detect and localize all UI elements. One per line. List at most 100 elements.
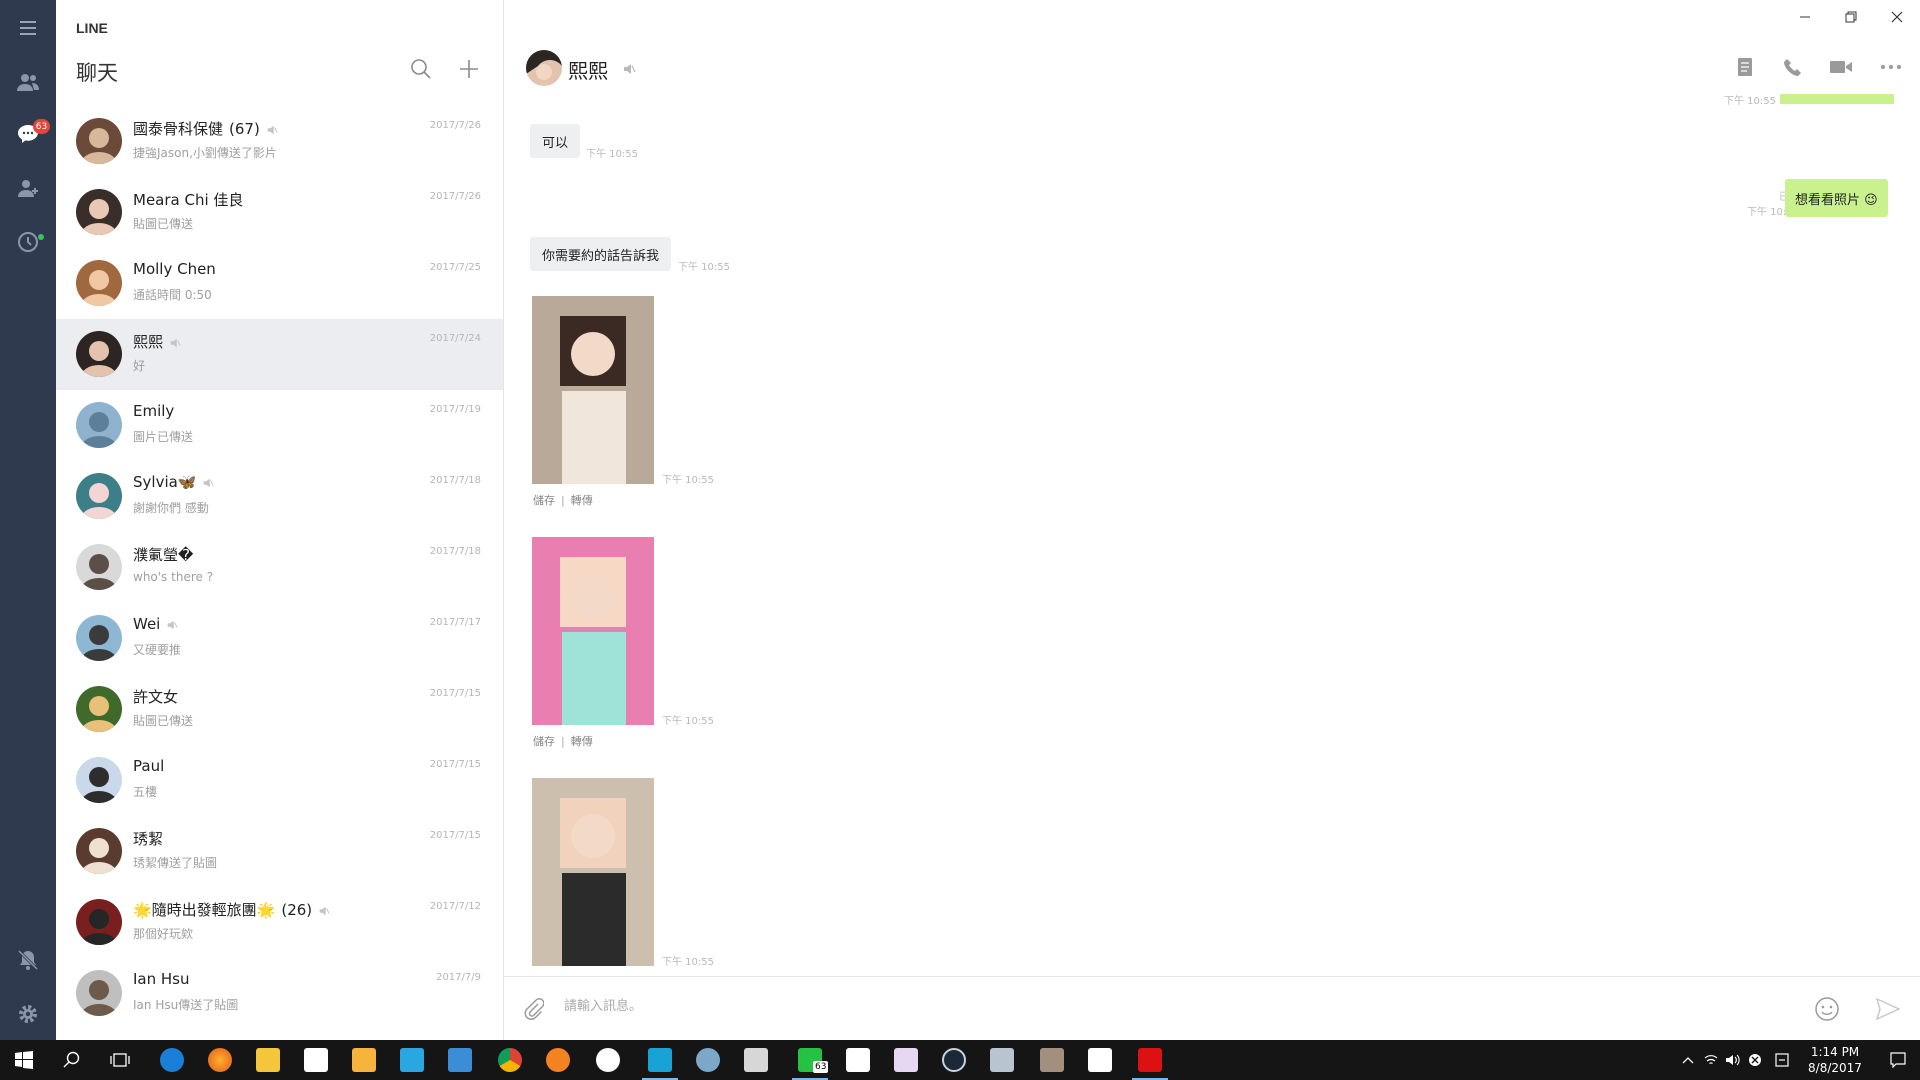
action-center-icon[interactable] <box>1878 1040 1918 1080</box>
photo-thumbnail[interactable] <box>532 296 654 484</box>
menu-icon[interactable] <box>0 4 56 52</box>
contact-avatar[interactable] <box>526 50 562 86</box>
media-player-icon[interactable] <box>340 1040 388 1080</box>
chat-list-item[interactable]: 國泰骨科保健 (67) 捷強Jason,小劉傳送了影片 2017/7/26 <box>56 106 503 177</box>
app-tray-icon[interactable] <box>1744 1040 1766 1080</box>
chat-list-item[interactable]: 🌟隨時出發輕旅團🌟 (26) 那個好玩欸 2017/7/12 <box>56 887 503 958</box>
avatar <box>76 473 122 519</box>
chat-list-item[interactable]: 琇絜 琇絜傳送了貼圖 2017/7/15 <box>56 816 503 887</box>
chat-name-line: 國泰骨科保健 (67) <box>133 118 278 140</box>
chat-name-line: 濮氭瑩� <box>133 544 193 565</box>
chat-date: 2017/7/18 <box>429 475 481 486</box>
chat-list-item[interactable]: 許文女 貼圖已傳送 2017/7/15 <box>56 674 503 745</box>
photo-thumbnail[interactable] <box>532 537 654 725</box>
incoming-message[interactable]: 你需要約的話告訴我 <box>530 237 672 271</box>
last-message: 琇絜傳送了貼圖 <box>133 856 218 870</box>
notes-icon[interactable] <box>1730 52 1760 82</box>
chat-name-line: Meara Chi 佳良 <box>133 189 243 210</box>
call-icon[interactable] <box>1778 52 1808 82</box>
app-icon[interactable] <box>732 1040 780 1080</box>
clock-date: 8/8/2017 <box>1808 1061 1862 1075</box>
file-explorer-icon[interactable] <box>244 1040 292 1080</box>
timeline-icon[interactable] <box>0 218 56 266</box>
store-icon[interactable] <box>292 1040 340 1080</box>
last-message: 貼圖已傳送 <box>133 217 194 231</box>
system-clock[interactable]: 1:14 PM 8/8/2017 <box>1800 1044 1870 1076</box>
chat-list-item[interactable]: 熙熙好 2017/7/24 <box>56 319 503 390</box>
chat-list-item[interactable]: Ian Hsu Ian Hsu傳送了貼圖 2017/7/9 <box>56 958 503 1029</box>
outgoing-message[interactable]: 想看看照片 😉 <box>1785 179 1888 217</box>
chat-list-item[interactable]: Paul 五樓 2017/7/15 <box>56 745 503 816</box>
message-input[interactable] <box>564 991 1764 1021</box>
notifications-off-icon[interactable] <box>0 936 56 984</box>
friends-icon[interactable] <box>0 58 56 106</box>
settings-icon[interactable] <box>0 990 56 1038</box>
steam-icon[interactable] <box>930 1040 978 1080</box>
line-app: 63 LINE 聊天 國泰骨科保健 (67) 捷強Jason,小劉傳送了影片 2017… <box>0 0 1920 1040</box>
chat-date: 2017/7/26 <box>429 191 481 202</box>
forward-photo-link[interactable]: 轉傳 <box>571 735 593 748</box>
app-icon[interactable] <box>436 1040 484 1080</box>
movies-icon[interactable] <box>834 1040 882 1080</box>
chats-icon[interactable]: 63 <box>0 110 56 158</box>
input-indicator-icon[interactable] <box>1770 1040 1794 1080</box>
edge-icon[interactable] <box>148 1040 196 1080</box>
vlc-icon[interactable] <box>534 1040 582 1080</box>
wifi-icon[interactable] <box>1700 1040 1722 1080</box>
send-icon[interactable] <box>1875 997 1901 1024</box>
app-icon[interactable] <box>684 1040 732 1080</box>
member-count: (67) <box>229 120 260 138</box>
save-photo-link[interactable]: 儲存 <box>533 494 555 507</box>
video-call-icon[interactable] <box>1826 52 1856 82</box>
app-icon[interactable] <box>1126 1040 1174 1080</box>
mail-icon[interactable] <box>1076 1040 1124 1080</box>
line-taskbar-icon[interactable]: 63 <box>786 1040 834 1080</box>
firefox-icon[interactable] <box>196 1040 244 1080</box>
chat-list-item[interactable]: Wei 又硬要推 2017/7/17 <box>56 603 503 674</box>
message-time: 下午 10:55 <box>662 475 714 486</box>
app-icon[interactable] <box>978 1040 1026 1080</box>
start-button[interactable] <box>0 1040 48 1080</box>
add-friend-icon[interactable] <box>0 164 56 212</box>
chat-date: 2017/7/25 <box>429 262 481 273</box>
chat-name-line: Emily <box>133 402 174 420</box>
emoji-icon[interactable] <box>1814 996 1840 1026</box>
app-icon[interactable] <box>882 1040 930 1080</box>
close-button[interactable] <box>1874 4 1920 30</box>
show-hidden-icons[interactable] <box>1676 1040 1700 1080</box>
incoming-message[interactable]: 可以 <box>530 124 581 158</box>
avatar <box>76 189 122 235</box>
more-options-icon[interactable] <box>1876 52 1906 82</box>
chat-list-item[interactable]: Emily 圖片已傳送 2017/7/19 <box>56 390 503 461</box>
chrome-icon[interactable] <box>486 1040 534 1080</box>
chat-list-item[interactable]: Molly Chen 通話時間 0:50 2017/7/25 <box>56 248 503 319</box>
muted-icon <box>622 61 636 80</box>
restore-button[interactable] <box>1828 4 1874 30</box>
chat-name: Emily <box>133 402 175 420</box>
last-message: 通話時間 0:50 <box>133 288 212 302</box>
last-message: Ian Hsu傳送了貼圖 <box>133 998 239 1012</box>
search-icon[interactable] <box>408 56 434 82</box>
minimize-button[interactable] <box>1782 4 1828 30</box>
chat-date: 2017/7/17 <box>429 617 481 628</box>
chat-name: Wei <box>133 615 161 633</box>
chat-name: Paul <box>133 757 165 775</box>
kodi-icon[interactable] <box>388 1040 436 1080</box>
chat-title: 熙熙 <box>568 59 608 83</box>
photo-thumbnail[interactable] <box>532 778 654 966</box>
kodi-running-icon[interactable] <box>636 1040 684 1080</box>
app-icon[interactable] <box>1028 1040 1076 1080</box>
chat-list-item[interactable]: 濮氭瑩� who's there ? 2017/7/18 <box>56 532 503 603</box>
clock-app-icon[interactable] <box>584 1040 632 1080</box>
forward-photo-link[interactable]: 轉傳 <box>571 494 593 507</box>
chat-list-item[interactable]: Sylvia🦋 謝謝你們 感動 2017/7/18 <box>56 461 503 532</box>
attach-icon[interactable] <box>522 997 545 1025</box>
search-icon[interactable] <box>48 1040 96 1080</box>
save-photo-link[interactable]: 儲存 <box>533 735 555 748</box>
new-chat-icon[interactable] <box>456 56 482 82</box>
volume-icon[interactable] <box>1722 1040 1744 1080</box>
chat-list-item[interactable]: Meara Chi 佳良貼圖已傳送 2017/7/26 <box>56 177 503 248</box>
avatar <box>76 118 122 164</box>
chat-name-line: 🌟隨時出發輕旅團🌟 (26) <box>133 899 330 921</box>
task-view-icon[interactable] <box>96 1040 144 1080</box>
